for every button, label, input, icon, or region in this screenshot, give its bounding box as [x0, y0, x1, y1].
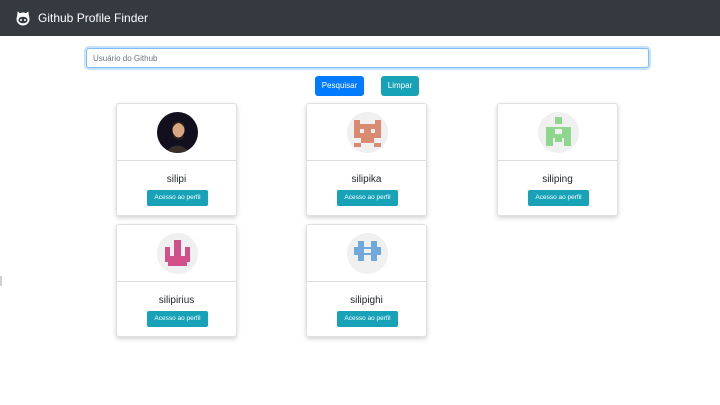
clear-button[interactable]: Limpar: [381, 76, 419, 96]
profile-card: silipika Acesso ao perfil: [306, 103, 427, 216]
avatar: [347, 233, 388, 274]
card-avatar-area: [117, 104, 236, 161]
avatar: [157, 112, 198, 153]
profile-access-button[interactable]: Acesso ao perfil: [337, 190, 398, 206]
profile-name: silipighi: [350, 295, 383, 306]
profile-name: silipi: [166, 174, 187, 185]
profile-access-button[interactable]: Acesso ao perfil: [337, 311, 398, 327]
avatar: [538, 112, 579, 153]
profile-card: siliping Acesso ao perfil: [497, 103, 618, 216]
card-avatar-area: [117, 225, 236, 282]
profile-access-button[interactable]: Acesso ao perfil: [528, 190, 589, 206]
profile-card: silipighi Acesso ao perfil: [306, 224, 427, 337]
profile-name: silipika: [351, 174, 382, 185]
page-edge-divider: [0, 276, 2, 286]
profile-access-button[interactable]: Acesso ao perfil: [147, 311, 208, 327]
card-avatar-area: [307, 225, 426, 282]
avatar: [347, 112, 388, 153]
profile-access-button[interactable]: Acesso ao perfil: [147, 190, 208, 206]
navbar: Github Profile Finder: [0, 0, 720, 36]
username-search-input[interactable]: [86, 48, 649, 68]
profile-card: silipirius Acesso ao perfil: [116, 224, 237, 337]
card-avatar-area: [307, 104, 426, 161]
card-avatar-area: [498, 104, 617, 161]
github-octocat-icon[interactable]: [15, 10, 31, 26]
search-button[interactable]: Pesquisar: [315, 76, 364, 96]
profile-name: silipirius: [158, 295, 195, 306]
avatar: [157, 233, 198, 274]
app-title[interactable]: Github Profile Finder: [38, 10, 148, 26]
profile-card: silipi Acesso ao perfil: [116, 103, 237, 216]
profile-name: siliping: [542, 174, 573, 185]
